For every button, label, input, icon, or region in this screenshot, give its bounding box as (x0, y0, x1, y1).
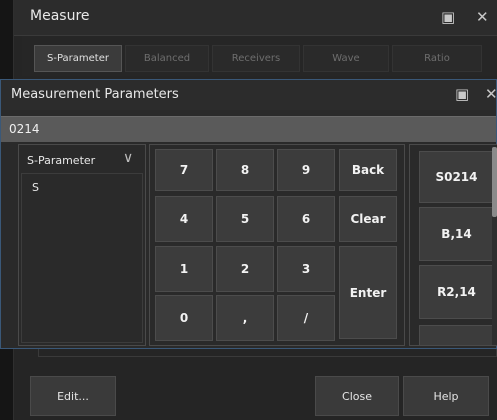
key-3[interactable]: 3 (277, 246, 335, 292)
clear-button[interactable]: Clear (339, 196, 397, 242)
close-button[interactable]: Close (315, 376, 399, 416)
parameter-list-item[interactable]: S (32, 181, 39, 194)
preset-button-s0214[interactable]: S0214 (419, 151, 494, 203)
enter-button[interactable]: Enter (339, 246, 397, 339)
parameter-entry-field[interactable]: 0214 (1, 116, 496, 142)
tab-s-parameter[interactable]: S-Parameter (34, 45, 122, 72)
dialog-title: Measurement Parameters (11, 87, 179, 102)
key-5[interactable]: 5 (216, 196, 274, 242)
tab-wave[interactable]: Wave (303, 45, 389, 72)
keypad: 7 8 9 Back 4 5 6 Clear 1 2 3 Enter 0 , / (149, 144, 405, 346)
key-6[interactable]: 6 (277, 196, 335, 242)
close-icon[interactable]: ✕ (485, 85, 497, 103)
help-button[interactable]: Help (403, 376, 489, 416)
back-button[interactable]: Back (339, 149, 397, 191)
preset-list: S0214 B,14 R2,14 (409, 144, 497, 346)
parameter-list: S (21, 173, 143, 343)
tab-balanced[interactable]: Balanced (125, 45, 209, 72)
key-8[interactable]: 8 (216, 149, 274, 191)
tab-ratio[interactable]: Ratio (392, 45, 482, 72)
key-2[interactable]: 2 (216, 246, 274, 292)
parameter-type-panel: S-Parameter ∨ S (18, 144, 146, 346)
preset-button-b14[interactable]: B,14 (419, 207, 494, 261)
parameter-type-select[interactable]: S-Parameter ∨ (21, 149, 143, 171)
edit-button[interactable]: Edit... (30, 376, 116, 416)
camera-icon[interactable]: ▣ (441, 8, 455, 26)
close-icon[interactable]: ✕ (476, 8, 489, 26)
preset-button-partial[interactable] (419, 325, 494, 345)
key-7[interactable]: 7 (155, 149, 213, 191)
camera-icon[interactable]: ▣ (455, 85, 469, 103)
measure-title: Measure (30, 8, 90, 24)
tab-receivers[interactable]: Receivers (212, 45, 300, 72)
preset-button-r214[interactable]: R2,14 (419, 265, 494, 319)
parameter-type-selected: S-Parameter (27, 154, 96, 167)
key-slash[interactable]: / (277, 295, 335, 341)
parameter-entry-value: 0214 (9, 122, 40, 136)
key-0[interactable]: 0 (155, 295, 213, 341)
key-1[interactable]: 1 (155, 246, 213, 292)
key-4[interactable]: 4 (155, 196, 213, 242)
chevron-down-icon: ∨ (123, 150, 134, 166)
preset-scroll-thumb[interactable] (492, 147, 497, 217)
key-9[interactable]: 9 (277, 149, 335, 191)
key-comma[interactable]: , (216, 295, 274, 341)
measurement-parameters-dialog: Measurement Parameters ▣ ✕ 0214 S-Parame… (0, 79, 497, 349)
preset-scrollbar[interactable] (492, 147, 497, 345)
